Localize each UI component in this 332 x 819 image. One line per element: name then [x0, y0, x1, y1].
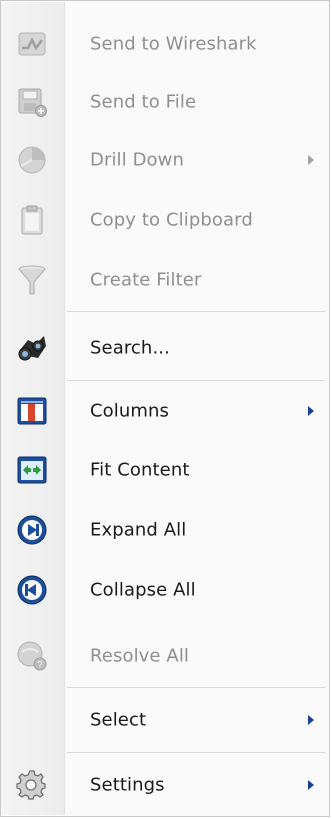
menu-item-label: Columns [90, 400, 170, 422]
menu-item-label: Search... [90, 337, 170, 359]
submenu-arrow-icon [308, 715, 314, 725]
menu-separator [67, 687, 325, 688]
fit-content-icon [16, 454, 48, 486]
save-to-file-icon [16, 86, 48, 118]
resolve-all-icon: ? [16, 640, 48, 672]
menu-item-label: Fit Content [90, 459, 190, 481]
menu-item-label: Drill Down [90, 149, 184, 171]
wireshark-icon [16, 28, 48, 60]
menu-item-send-to-wireshark[interactable]: Send to Wireshark [2, 15, 328, 73]
menu-item-send-to-file[interactable]: Send to File [2, 73, 328, 131]
menu-item-create-filter[interactable]: Create Filter [2, 251, 328, 309]
context-menu: Send to Wireshark Send to File Drill Dow… [0, 0, 330, 817]
menu-item-label: Collapse All [90, 579, 196, 601]
menu-item-copy-to-clipboard[interactable]: Copy to Clipboard [2, 191, 328, 249]
menu-item-search[interactable]: Search... [2, 319, 328, 377]
menu-item-resolve-all[interactable]: ? Resolve All [2, 627, 328, 685]
menu-separator [67, 311, 325, 312]
menu-item-drill-down[interactable]: Drill Down [2, 131, 328, 189]
menu-item-fit-content[interactable]: Fit Content [2, 441, 328, 499]
menu-item-label: Send to Wireshark [90, 33, 257, 55]
collapse-all-icon [16, 574, 48, 606]
menu-item-label: Send to File [90, 91, 197, 113]
binoculars-icon [16, 332, 48, 364]
gear-icon [16, 769, 48, 801]
columns-icon [16, 395, 48, 427]
menu-item-label: Settings [90, 774, 165, 796]
menu-item-label: Resolve All [90, 645, 190, 667]
clipboard-icon [16, 204, 48, 236]
menu-item-label: Copy to Clipboard [90, 209, 253, 231]
menu-item-select[interactable]: Select [2, 691, 328, 749]
menu-separator [67, 380, 325, 381]
svg-text:?: ? [37, 660, 42, 670]
menu-item-collapse-all[interactable]: Collapse All [2, 561, 328, 619]
expand-all-icon [16, 514, 48, 546]
drill-down-icon [16, 144, 48, 176]
menu-item-expand-all[interactable]: Expand All [2, 501, 328, 559]
submenu-arrow-icon [308, 780, 314, 790]
submenu-arrow-icon [308, 406, 314, 416]
menu-separator [67, 752, 325, 753]
funnel-icon [16, 264, 48, 296]
menu-item-label: Select [90, 709, 147, 731]
menu-item-label: Create Filter [90, 269, 202, 291]
menu-item-columns[interactable]: Columns [2, 382, 328, 440]
menu-item-settings[interactable]: Settings [2, 756, 328, 814]
menu-item-label: Expand All [90, 519, 187, 541]
submenu-arrow-icon [308, 155, 314, 165]
